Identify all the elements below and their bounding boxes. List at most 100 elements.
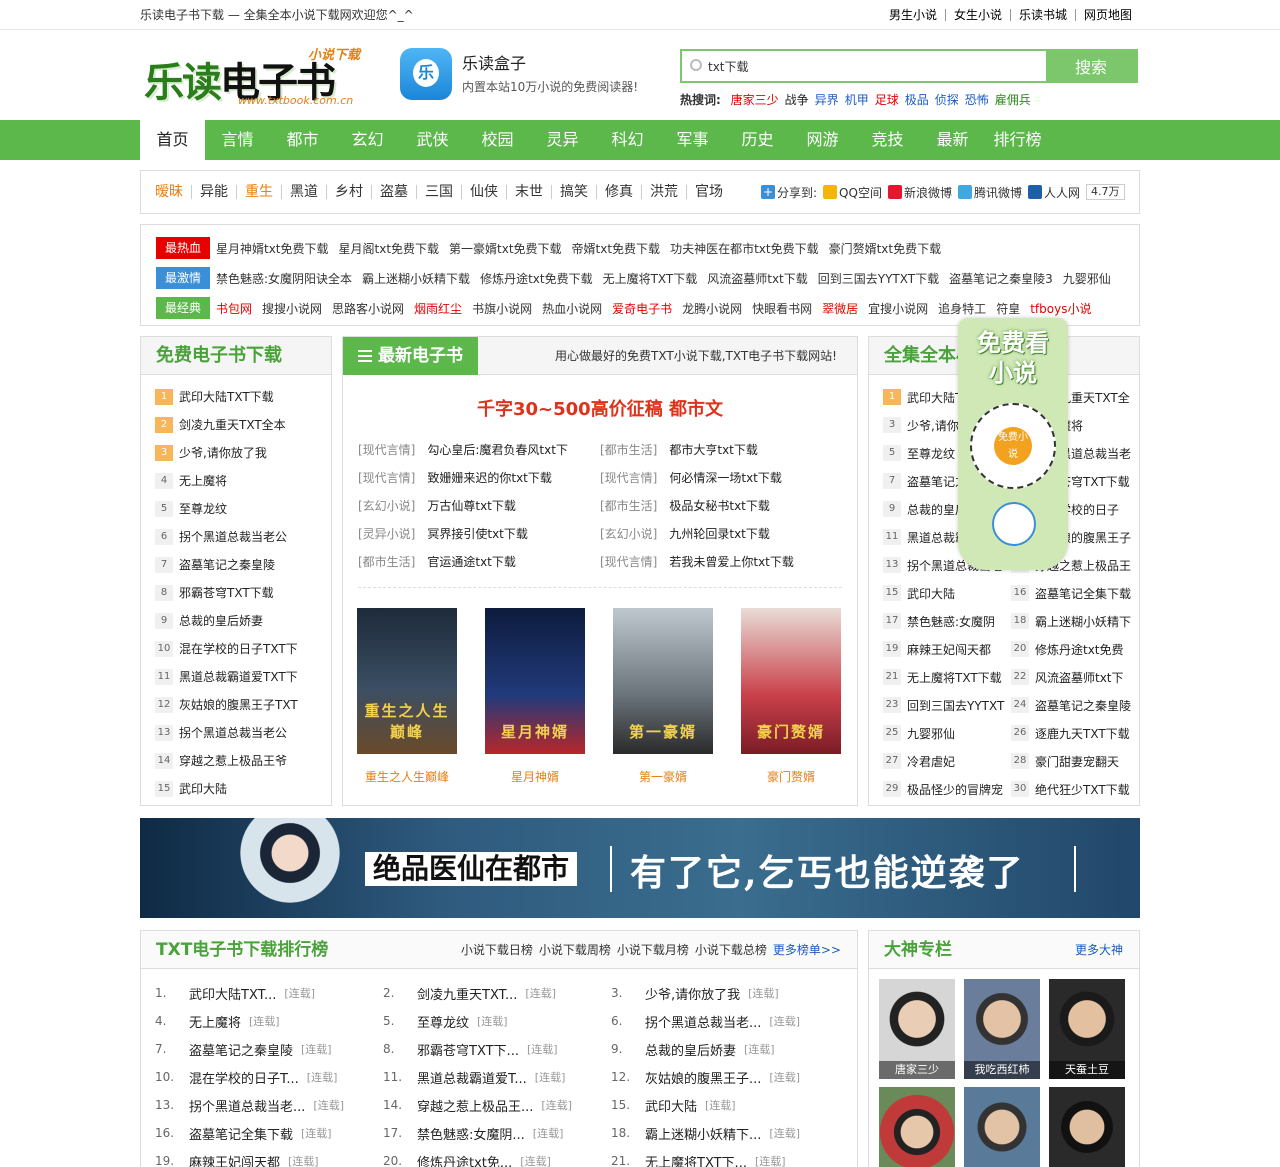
book-title[interactable]: 黑道总裁霸道爱T... [417, 1068, 527, 1087]
category-link[interactable]: 修真 [596, 185, 641, 199]
book-category[interactable]: [现代言情] [600, 469, 657, 486]
list-item[interactable]: 15 武印大陆 [141, 775, 331, 803]
list-item[interactable]: 17. 禁色魅惑:女魔阴... [连载] [383, 1124, 611, 1143]
list-item[interactable]: 15 武印大陆 [883, 585, 1011, 602]
book-title[interactable]: 拐个黑道总裁当老... [645, 1012, 761, 1031]
book-title[interactable]: 霸上迷糊小妖精下... [645, 1124, 761, 1143]
book-category[interactable]: [灵异小说] [358, 525, 415, 542]
book-title[interactable]: 灰姑娘的腹黑王子... [645, 1068, 761, 1087]
book-cover-image[interactable]: 第一豪婿 [613, 608, 713, 754]
list-item[interactable]: 27 冷君虐妃 [883, 753, 1011, 770]
list-item[interactable]: 9 总裁的皇后娇妻 [141, 607, 331, 635]
book-title[interactable]: 总裁的皇后娇妻 [645, 1040, 736, 1059]
nav-item-3[interactable]: 玄幻 [335, 120, 400, 160]
ad-banner[interactable]: 绝品医仙在都市 有了它,乞丐也能逆袭了 [140, 818, 1140, 918]
avatar[interactable] [964, 1087, 1040, 1167]
list-item[interactable]: 6 拐个黑道总裁当老公 [141, 523, 331, 551]
ranking-tab[interactable]: 小说下载月榜 [617, 943, 689, 957]
list-item[interactable]: 28 豪门甜妻宠翻天 [1011, 753, 1139, 770]
book-entry[interactable]: [都市生活] 都市大亨txt下载 [600, 441, 842, 458]
avatar[interactable] [879, 1087, 955, 1167]
hot-word[interactable]: 机甲 [845, 93, 869, 107]
link-item[interactable]: 回到三国去YYTXT下载 [818, 270, 939, 287]
book-entry[interactable]: [玄幻小说] 九州轮回录txt下载 [600, 525, 842, 542]
list-item[interactable]: 19. 麻辣王妃闯天都 [连载] [155, 1152, 383, 1167]
list-item[interactable]: 23 回到三国去YYTXT [883, 697, 1011, 714]
book-entry[interactable]: [玄幻小说] 万古仙尊txt下载 [358, 497, 600, 514]
book-title[interactable]: 禁色魅惑:女魔阴... [417, 1124, 525, 1143]
list-item[interactable]: 21. 无上魔将TXT下... [连载] [611, 1152, 839, 1167]
nav-item-1[interactable]: 言情 [205, 120, 270, 160]
nav-item-4[interactable]: 武侠 [400, 120, 465, 160]
book-category[interactable]: [现代言情] [358, 469, 415, 486]
list-item[interactable]: 18 霸上迷糊小妖精下 [1011, 613, 1139, 630]
link-item[interactable]: 符皇 [996, 300, 1020, 317]
list-item[interactable]: 3 少爷,请你放了我 [141, 439, 331, 467]
book-entry[interactable]: [都市生活] 极品女秘书txt下载 [600, 497, 842, 514]
hot-word[interactable]: 唐家三少 [731, 93, 779, 107]
book-title[interactable]: 剑凌九重天TXT... [417, 984, 517, 1003]
list-item[interactable]: 2. 剑凌九重天TXT... [连载] [383, 984, 611, 1003]
list-item[interactable]: 16. 盗墓笔记全集下载 [连载] [155, 1124, 383, 1143]
nav-item-9[interactable]: 历史 [725, 120, 790, 160]
list-item[interactable]: 13 拐个黑道总裁当老公 [141, 719, 331, 747]
link-item[interactable]: 星月阁txt免费下载 [339, 240, 440, 257]
link-item[interactable]: 霸上迷糊小妖精下载 [362, 270, 470, 287]
hot-word[interactable]: 雇佣兵 [995, 93, 1031, 107]
list-item[interactable]: 2 剑凌九重天TXT全本 [141, 411, 331, 439]
book-entry[interactable]: [现代言情] 致姗姗来迟的你txt下载 [358, 469, 600, 486]
book-title[interactable]: 若我未曾爱上你txt下载 [669, 553, 794, 570]
list-item[interactable]: 19 麻辣王妃闯天都 [883, 641, 1011, 658]
book-title[interactable]: 盗墓笔记全集下载 [189, 1124, 293, 1143]
hot-word[interactable]: 恐怖 [965, 93, 989, 107]
list-item[interactable]: 11 黑道总裁霸道爱TXT下 [141, 663, 331, 691]
top-link-sitemap[interactable]: 网页地图 [1074, 9, 1140, 21]
nav-item-11[interactable]: 竞技 [855, 120, 920, 160]
list-item[interactable]: 25 九婴邪仙 [883, 725, 1011, 742]
hot-word[interactable]: 侦探 [935, 93, 959, 107]
book-category[interactable]: [玄幻小说] [600, 525, 657, 542]
book-title[interactable]: 致姗姗来迟的你txt下载 [427, 469, 552, 486]
nav-item-12[interactable]: 最新 [920, 120, 985, 160]
list-item[interactable]: 5. 至尊龙纹 [连载] [383, 1012, 611, 1031]
search-input[interactable] [708, 51, 1044, 81]
book-cover-card[interactable]: 第一豪婿 第一豪婿 [613, 608, 713, 785]
book-cover-card[interactable]: 豪门赘婿 豪门赘婿 [741, 608, 841, 785]
link-item[interactable]: 第一豪婿txt免费下载 [449, 240, 562, 257]
link-item[interactable]: 风流盗墓师txt下载 [707, 270, 808, 287]
hot-word[interactable]: 异界 [815, 93, 839, 107]
link-item[interactable]: 快眼看书网 [752, 300, 812, 317]
book-title[interactable]: 武印大陆TXT... [189, 984, 276, 1003]
list-item[interactable]: 26 逐鹿九天TXT下载 [1011, 725, 1139, 742]
book-cover-card[interactable]: 重生之人生巅峰 重生之人生巅峰 [357, 608, 457, 785]
book-title[interactable]: 麻辣王妃闯天都 [189, 1152, 280, 1167]
category-link[interactable]: 仙侠 [461, 185, 506, 199]
link-item[interactable]: 书包网 [216, 300, 252, 317]
free-reading-promo[interactable]: 免费看小说 免费小说 [958, 318, 1068, 570]
category-link[interactable]: 异能 [191, 185, 236, 199]
book-entry[interactable]: [现代言情] 若我未曾爱上你txt下载 [600, 553, 842, 570]
list-item[interactable]: 11. 黑道总裁霸道爱T... [连载] [383, 1068, 611, 1087]
link-item[interactable]: tfboys小说 [1030, 300, 1091, 317]
list-item[interactable]: 8 邪霸苍穹TXT下载 [141, 579, 331, 607]
book-entry[interactable]: [现代言情] 何必情深一场txt下载 [600, 469, 842, 486]
book-title[interactable]: 官运通途txt下载 [427, 553, 516, 570]
link-item[interactable]: 龙腾小说网 [682, 300, 742, 317]
list-item[interactable]: 7. 盗墓笔记之秦皇陵 [连载] [155, 1040, 383, 1059]
link-item[interactable]: 九婴邪仙 [1063, 270, 1111, 287]
link-item[interactable]: 无上魔将TXT下载 [603, 270, 698, 287]
list-item[interactable]: 12. 灰姑娘的腹黑王子... [连载] [611, 1068, 839, 1087]
book-category[interactable]: [都市生活] [600, 441, 657, 458]
list-item[interactable]: 3. 少爷,请你放了我 [连载] [611, 984, 839, 1003]
link-item[interactable]: 追身特工 [938, 300, 986, 317]
nav-item-8[interactable]: 军事 [660, 120, 725, 160]
hot-word[interactable]: 足球 [875, 93, 899, 107]
ranking-tab[interactable]: 小说下载日榜 [461, 943, 533, 957]
book-title[interactable]: 冥界接引使txt下载 [427, 525, 528, 542]
site-logo[interactable]: 乐读电子书 小说下载 www.txtbook.com.cn [140, 42, 360, 108]
list-item[interactable]: 10. 混在学校的日子T... [连载] [155, 1068, 383, 1087]
book-title[interactable]: 修炼丹途txt免... [417, 1152, 512, 1167]
link-item[interactable]: 思路客小说网 [332, 300, 404, 317]
book-category[interactable]: [现代言情] [358, 441, 415, 458]
book-title[interactable]: 勾心皇后:魔君负春风txt下 [427, 441, 568, 458]
